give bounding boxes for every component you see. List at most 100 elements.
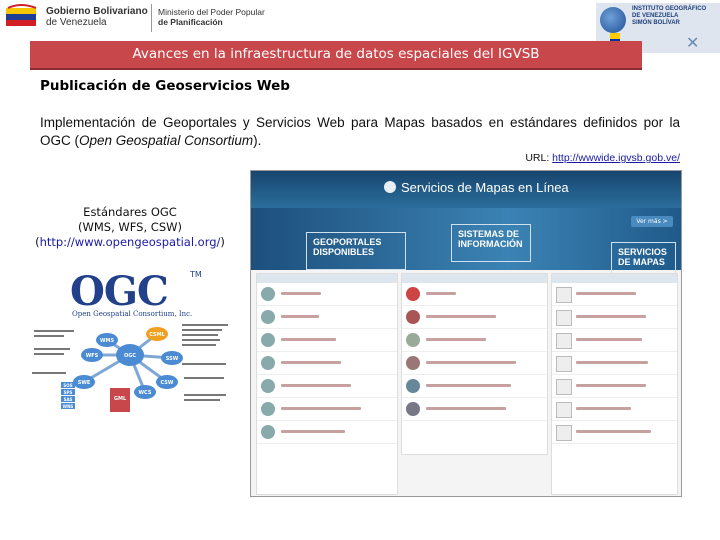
list-item[interactable]	[257, 306, 397, 329]
ogc-logo: OGC TM Open Geospatial Consortium, Inc.	[70, 268, 202, 318]
list-item[interactable]	[257, 421, 397, 444]
diagram-node-label: SPS	[64, 390, 73, 395]
thumbnail-icon	[406, 287, 420, 301]
diagram-node-gml: GML	[110, 388, 130, 412]
list-item[interactable]	[257, 398, 397, 421]
list-item[interactable]	[402, 329, 547, 352]
page-title: Avances en la infraestructura de datos e…	[132, 46, 540, 62]
website-banner: Ver más > GEOPORTALES DISPONIBLES SISTEM…	[251, 208, 681, 280]
list-item[interactable]	[257, 283, 397, 306]
diagram-node-label: SSW	[166, 356, 179, 362]
url-line: URL: http://wwwide.igvsb.gob.ve/	[525, 152, 680, 164]
list-item[interactable]	[552, 375, 677, 398]
ogc-standards-diagram: WMS CSML WFS OGC SSW SWE CSW WCS GML SOS SPS SAS WNS	[32, 324, 228, 412]
list-item[interactable]	[552, 329, 677, 352]
website-link[interactable]: http://wwwide.igvsb.gob.ve/	[552, 152, 680, 164]
thumbnail-icon	[261, 356, 275, 370]
map-thumbnail-icon	[556, 425, 572, 441]
diagram-node-label: SAS	[64, 397, 73, 402]
paren-close: )	[220, 235, 225, 249]
gov-line1: Gobierno Bolivariano	[46, 6, 148, 17]
diagram-node-swe: SWE	[73, 375, 95, 389]
column-header	[402, 274, 547, 283]
diagram-left-notes	[32, 330, 74, 374]
igvsb-name: INSTITUTO GEOGRÁFICO DE VENEZUELA SIMÓN …	[632, 6, 706, 27]
diagram-node-label: WMS	[100, 338, 114, 344]
description-end: ).	[253, 133, 262, 148]
diagram-node-sos: SOS	[61, 382, 75, 388]
diagram-node-wms: WMS	[96, 333, 118, 347]
column-header	[552, 274, 677, 283]
ogc-trademark: TM	[190, 270, 202, 279]
thumbnail-icon	[406, 402, 420, 416]
list-item[interactable]	[552, 306, 677, 329]
url-label: URL:	[525, 152, 553, 164]
thumbnail-icon	[261, 333, 275, 347]
tile-sistemas[interactable]: SISTEMAS DE INFORMACIÓN	[451, 224, 531, 262]
diagram-node-label: WCS	[139, 390, 152, 396]
description-paragraph: Implementación de Geoportales y Servicio…	[40, 114, 680, 150]
diagram-node-label: SOS	[63, 383, 72, 388]
list-item[interactable]	[257, 329, 397, 352]
list-item[interactable]	[257, 352, 397, 375]
ogc-subtitle: Open Geospatial Consortium, Inc.	[72, 310, 193, 318]
igvsb-line2: DE VENEZUELA	[632, 13, 679, 19]
ogc-standards: Estándares OGC (WMS, WFS, CSW) (http://w…	[20, 205, 240, 250]
website-title: Servicios de Mapas en Línea	[401, 180, 569, 195]
map-thumbnail-icon	[556, 310, 572, 326]
thumbnail-icon	[261, 310, 275, 324]
thumbnail-icon	[261, 379, 275, 393]
diagram-node-label: CSML	[149, 332, 165, 338]
map-thumbnail-icon	[556, 379, 572, 395]
thumbnail-icon	[261, 402, 275, 416]
section-title: Publicación de Geoservicios Web	[40, 78, 290, 94]
diagram-node-label: WFS	[86, 353, 99, 359]
list-item[interactable]	[402, 306, 547, 329]
igvsb-line1: INSTITUTO GEOGRÁFICO	[632, 6, 707, 12]
ogc-link[interactable]: http://www.opengeospatial.org/	[40, 235, 221, 249]
diagram-node-ogc: OGC	[116, 344, 144, 366]
website-column-sistemas	[401, 273, 548, 455]
list-item[interactable]	[402, 398, 547, 421]
list-item[interactable]	[257, 375, 397, 398]
diagram-node-label: CSW	[161, 380, 174, 386]
diagram-node-wns: WNS	[61, 403, 75, 409]
globe-icon	[600, 7, 626, 33]
gov-name: Gobierno Bolivariano de Venezuela	[46, 6, 148, 28]
gobierno-bolivariano-logo: Gobierno Bolivariano de Venezuela Minist…	[6, 4, 276, 34]
list-item[interactable]	[552, 398, 677, 421]
ministry-line1: Ministerio del Poder Popular	[158, 7, 265, 17]
list-item[interactable]	[402, 352, 547, 375]
website-column-servicios	[551, 273, 678, 495]
diagram-node-label: OGC	[124, 353, 136, 359]
list-item[interactable]	[402, 375, 547, 398]
map-thumbnail-icon	[556, 333, 572, 349]
standards-link-line: (http://www.opengeospatial.org/)	[20, 235, 240, 250]
website-column-geoportales	[256, 273, 398, 495]
column-header	[257, 274, 397, 283]
thumbnail-icon	[261, 287, 275, 301]
see-more-button[interactable]: Ver más >	[631, 216, 673, 227]
thumbnail-icon	[406, 310, 420, 324]
igvsb-line3: SIMÓN BOLÍVAR	[632, 20, 680, 26]
list-item[interactable]	[402, 283, 547, 306]
standards-list: (WMS, WFS, CSW)	[78, 220, 182, 234]
list-item[interactable]	[552, 283, 677, 306]
diagram-node-sps: SPS	[61, 389, 75, 395]
diagram-node-csw: CSW	[156, 375, 178, 389]
diagram-node-label: GML	[114, 396, 127, 402]
list-item[interactable]	[552, 352, 677, 375]
diagram-node-wfs: WFS	[81, 348, 103, 362]
ministry-name: Ministerio del Poder Popular de Planific…	[158, 7, 265, 27]
thumbnail-icon	[406, 356, 420, 370]
header-divider	[151, 4, 152, 32]
diagram-node-label: SWE	[78, 380, 91, 386]
website-screenshot: Servicios de Mapas en Línea Ver más > GE…	[250, 170, 682, 497]
ogc-wordmark: OGC	[70, 268, 169, 315]
diagram-node-csml: CSML	[146, 327, 168, 341]
title-banner: Avances en la infraestructura de datos e…	[30, 41, 642, 70]
ministry-line2: de Planificación	[158, 17, 223, 27]
list-item[interactable]	[552, 421, 677, 444]
website-header: Servicios de Mapas en Línea	[251, 171, 681, 208]
tile-geoportales[interactable]: GEOPORTALES DISPONIBLES	[306, 232, 406, 270]
